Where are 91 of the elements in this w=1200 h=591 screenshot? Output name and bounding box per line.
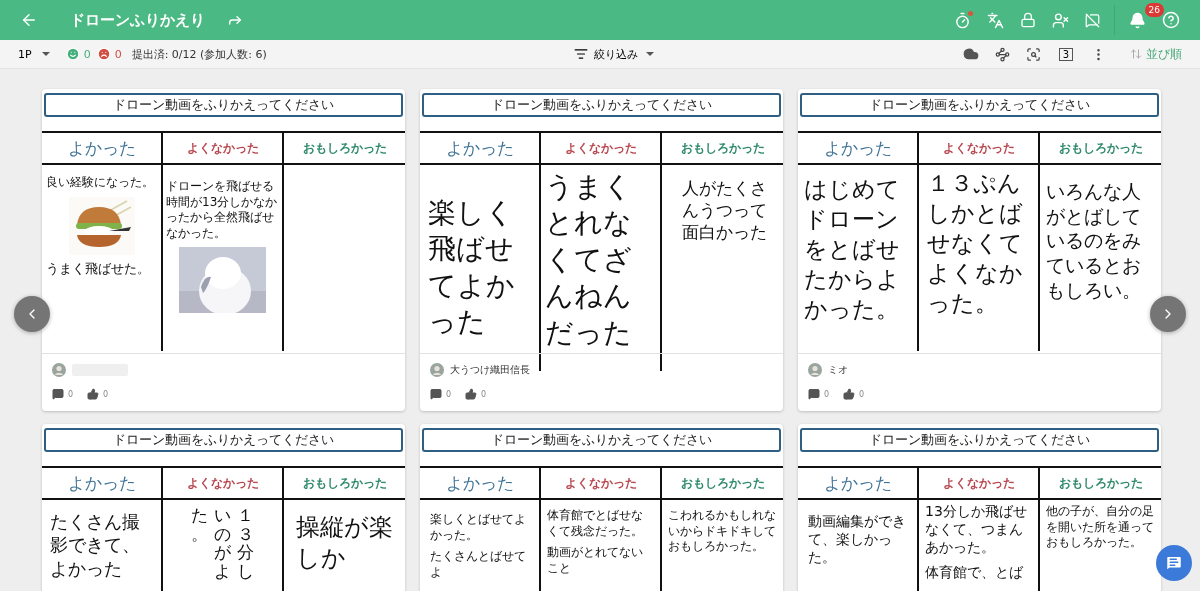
chat-icon [1165,554,1183,572]
column-heading: よくなかった [186,474,259,492]
submission-status: 提出済: 0/12 (参加人数: 6) [131,46,267,62]
author-name: ミオ [828,363,848,377]
comment-icon[interactable] [52,388,64,400]
vertical-text-line: いのがよ [214,506,231,581]
cell-text: うまくとれなくてざんねんだった [545,169,633,351]
like-count: 0 [103,389,109,399]
comment-count: 0 [446,389,452,399]
cloud-icon[interactable] [962,46,979,62]
avatar-icon [52,363,66,377]
card-title: ドローン動画をふりかえってください [44,428,403,452]
card-title: ドローン動画をふりかえってください [422,428,781,452]
filter-button[interactable]: 絞り込み [567,45,660,63]
avatar-icon [430,363,444,377]
column-heading: おもしろかった [302,474,387,492]
cell-text: はじめてドローンをとばせたからよかった。 [804,175,901,324]
cell-text: 人がたくさんうつって面白かった [682,177,768,244]
page-select[interactable]: 1P [12,46,56,62]
column-heading: よかった [823,471,892,495]
help-button[interactable] [1162,11,1180,29]
like-icon[interactable] [843,388,856,400]
column-heading: よくなかった [564,474,637,492]
card-title: ドローン動画をふりかえってください [44,93,403,117]
column-heading: おもしろかった [1058,139,1143,157]
filter-icon [573,47,588,61]
like-icon[interactable] [465,388,478,400]
cell-text: いろんな人がとばしているのをみているとおもしろい。 [1046,179,1142,303]
column-heading: よくなかった [942,139,1015,157]
card-title: ドローン動画をふりかえってください [422,93,781,117]
cell-text: たくさんとばせてよ [430,549,527,581]
next-button[interactable] [1150,296,1186,332]
cell-text: 他の子が、自分の足を開いた所を通っておもしろかった。 [1046,504,1155,551]
column-heading: よくなかった [942,474,1015,492]
page-count-button[interactable]: 3 [1058,47,1073,61]
column-heading: よくなかった [564,139,637,157]
notifications-button[interactable] [1129,11,1146,29]
like-icon[interactable] [87,388,100,400]
cell-text: 13分しか飛ばせなくて、つまんあかった。 [925,502,1028,557]
cell-text: こわれるかもしれないからドキドキしておもしろかった。 [668,508,777,555]
notification-badge: 26 [1144,2,1164,17]
scan-search-icon[interactable] [1025,46,1041,62]
avatar-icon [808,363,822,377]
timer-button[interactable] [954,11,971,29]
back-button[interactable] [20,11,38,29]
author-name: 大うつけ織田信長 [450,363,530,377]
frown-icon [96,47,111,61]
like-count: 0 [859,389,865,399]
column-heading: よかった [445,471,514,495]
network-icon[interactable] [994,46,1010,62]
cell-text: うまく飛ばせた。 [46,260,150,278]
comments-off-button[interactable] [1085,12,1100,28]
card-title: ドローン動画をふりかえってください [800,93,1159,117]
cell-text: たくさん撮影できて、よかった [50,510,141,581]
column-heading: おもしろかった [1058,474,1143,492]
column-heading: よくなかった [186,139,259,157]
cell-text: 体育館でとばせなくて残念だった。 [547,508,644,540]
comment-count: 0 [824,389,830,399]
cell-text: 操縦が楽しか [296,512,393,575]
vertical-text-line: た。 [191,506,208,544]
cell-text: ドローンを飛ばせる時間が13分しかなかったから全然飛ばせなかった。 [166,179,279,242]
cell-text: 体育館で、とば [925,562,1023,581]
vertical-text-line: １３分し [237,506,254,581]
comment-count: 0 [68,389,74,399]
like-count: 0 [481,389,487,399]
lock-button[interactable] [1020,12,1036,28]
cell-text: 良い経験になった。 [46,175,154,191]
cell-text: 楽しくとばせてよかった。 [430,512,527,544]
smile-icon [65,47,80,61]
cell-text: 動画がとれてないこと [547,545,644,577]
column-heading: よかった [445,136,514,160]
column-heading: よかった [67,471,136,495]
cell-text: 楽しく飛ばせてよかった [428,195,516,341]
translate-button[interactable] [987,11,1004,29]
comment-icon[interactable] [430,388,442,400]
column-heading: おもしろかった [680,474,765,492]
positive-count: 0 [83,47,91,61]
column-heading: おもしろかった [680,139,765,157]
board-title: ドローンふりかえり [70,10,205,30]
cell-text: 動画編集ができて、楽しかった。 [808,512,907,567]
card-title: ドローン動画をふりかえってください [800,428,1159,452]
column-heading: おもしろかった [302,139,387,157]
chat-button[interactable] [1156,545,1192,581]
cell-text: １３ぷんしかとばせなくてよくなかった。 [927,169,1024,318]
sort-icon [1130,48,1142,60]
previous-button[interactable] [14,296,50,332]
column-heading: よかった [67,136,136,160]
column-heading: よかった [823,136,892,160]
comment-icon[interactable] [808,388,820,400]
user-remove-button[interactable] [1052,11,1069,29]
negative-count: 0 [114,47,122,61]
